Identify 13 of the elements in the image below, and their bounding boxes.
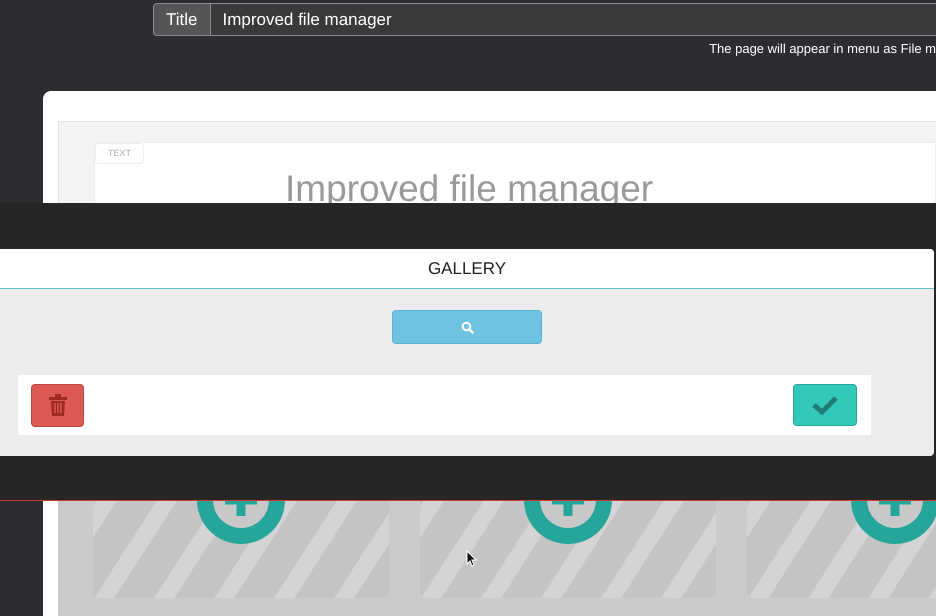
title-input[interactable]: Improved file manager — [210, 3, 936, 36]
search-icon — [460, 320, 474, 334]
page-heading: Improved file manager — [285, 168, 654, 208]
hint-text: The page will appear in menu as File m — [709, 40, 936, 58]
modal-title: GALLERY — [428, 258, 506, 280]
delete-button[interactable] — [31, 384, 84, 426]
cursor-icon — [466, 550, 477, 567]
trash-icon — [48, 394, 66, 416]
search-button[interactable] — [392, 310, 542, 344]
check-icon — [812, 395, 838, 415]
field-label: Title — [153, 3, 210, 36]
confirm-button[interactable] — [793, 384, 857, 426]
block-tag: TEXT — [95, 142, 144, 164]
